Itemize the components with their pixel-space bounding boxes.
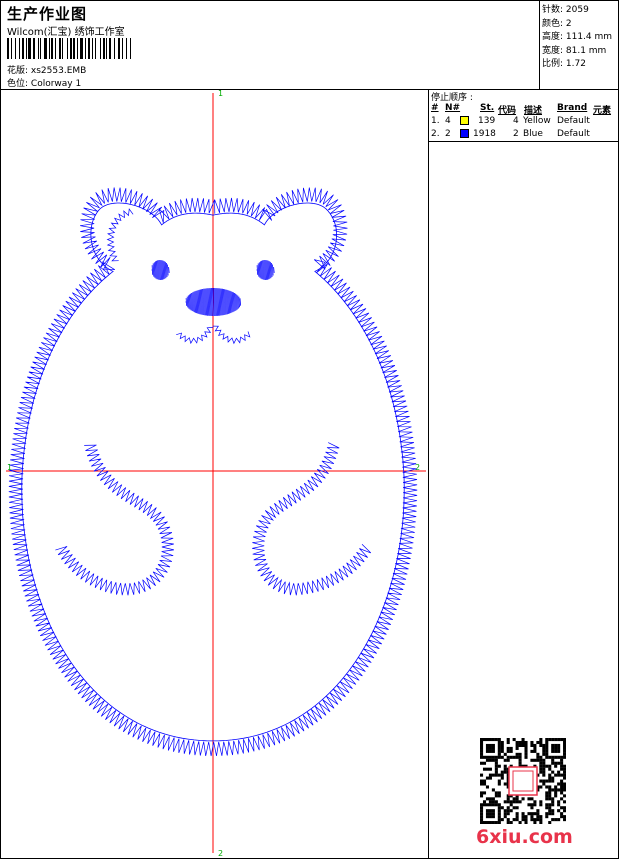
color-swatch-yellow bbox=[460, 116, 469, 125]
qr-code-icon bbox=[480, 738, 566, 824]
design-height: 高度: 111.4 mm bbox=[542, 32, 613, 43]
satin-stitch bbox=[176, 327, 213, 345]
row-needle: 4 bbox=[445, 116, 451, 126]
row-description: Blue bbox=[523, 129, 543, 139]
stop-sequence-table: 停止顺序 : # N# St. 代码 描述 Brand 元素 1. 4 139 … bbox=[429, 89, 619, 142]
row-code: 2 bbox=[513, 129, 519, 139]
row-stitches: 1918 bbox=[473, 129, 496, 139]
stop-sequence-title: 停止顺序 : bbox=[431, 93, 473, 103]
row-stitches: 139 bbox=[478, 116, 496, 126]
barcode-icon bbox=[7, 38, 131, 59]
row-description: Yellow bbox=[523, 116, 551, 126]
col-index: # bbox=[431, 103, 439, 113]
sheet-header: 生产作业图 Wilcom(汇宝) 绣饰工作室 花版: xs2553.EMB 色位… bbox=[0, 0, 619, 90]
design-scale: 比例: 1.72 bbox=[542, 59, 586, 70]
row-code: 4 bbox=[513, 116, 519, 126]
col-code: 代码 bbox=[498, 106, 517, 116]
sheet-title: 生产作业图 bbox=[7, 5, 88, 23]
right-eye bbox=[256, 259, 275, 281]
left-eye bbox=[151, 259, 170, 281]
satin-stitch bbox=[55, 444, 174, 596]
color-swatch-blue bbox=[460, 129, 469, 138]
table-row: 2. bbox=[431, 129, 440, 139]
watermark: 6xiu.com bbox=[476, 826, 573, 848]
axis-label-top: 1 bbox=[218, 89, 223, 98]
embroidery-canvas: 1 2 1 2 bbox=[6, 89, 426, 858]
col-needle: N# bbox=[445, 103, 461, 113]
stitch-count: 针数: 2059 bbox=[542, 5, 589, 15]
axis-label-bottom: 2 bbox=[218, 849, 223, 858]
col-description: 描述 bbox=[524, 106, 543, 116]
design-file: 花版: xs2553.EMB bbox=[7, 66, 87, 76]
design-stats: 针数: 2059 颜色: 2 高度: 111.4 mm 宽度: 81.1 mm … bbox=[539, 0, 619, 89]
nose bbox=[185, 287, 241, 317]
color-count: 颜色: 2 bbox=[542, 18, 572, 29]
row-brand: Default bbox=[557, 116, 590, 126]
col-brand: Brand bbox=[557, 103, 588, 113]
axis-label-right: 2 bbox=[415, 463, 420, 472]
design-width: 宽度: 81.1 mm bbox=[542, 45, 607, 56]
row-brand: Default bbox=[557, 129, 590, 139]
row-needle: 2 bbox=[445, 129, 451, 139]
satin-stitch bbox=[106, 208, 134, 262]
company-name: Wilcom(汇宝) 绣饰工作室 bbox=[7, 27, 125, 38]
col-element: 元素 bbox=[593, 106, 612, 116]
satin-stitch bbox=[252, 442, 372, 596]
col-stitches: St. bbox=[480, 103, 495, 113]
satin-stitch bbox=[212, 325, 251, 345]
colorway: 色位: Colorway 1 bbox=[7, 79, 82, 89]
table-row: 1. bbox=[431, 116, 440, 126]
